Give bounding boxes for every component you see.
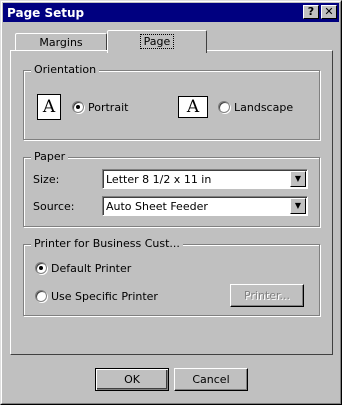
specific-printer-radio[interactable] — [35, 290, 47, 302]
tab-margins[interactable]: Margins — [15, 33, 107, 51]
portrait-page-icon: A — [37, 94, 61, 120]
size-dropdown[interactable]: Letter 8 1/2 x 11 in ▼ — [102, 169, 308, 189]
source-value: Auto Sheet Feeder — [106, 200, 208, 213]
default-printer-radio-dot — [39, 266, 43, 270]
source-label: Source: — [33, 200, 75, 213]
landscape-page-icon: A — [178, 96, 208, 118]
orientation-group: Orientation A Portrait A Landscape — [23, 63, 320, 140]
close-button[interactable]: ✕ — [321, 5, 337, 19]
source-dropdown[interactable]: Auto Sheet Feeder ▼ — [102, 196, 308, 216]
orientation-group-label: Orientation — [31, 63, 100, 76]
tab-margins-label: Margins — [39, 36, 83, 49]
printer-button[interactable]: Printer... — [230, 284, 304, 307]
printer-group-label: Printer for Business Cust... — [31, 237, 183, 250]
tab-panel: Orientation A Portrait A Landscape Paper… — [10, 50, 333, 355]
help-button[interactable]: ? — [303, 5, 319, 19]
printer-button-label: Printer... — [243, 289, 291, 302]
tab-page-label: Page — [139, 34, 175, 49]
close-icon: ✕ — [324, 5, 334, 18]
ok-button[interactable]: OK — [95, 368, 169, 391]
paper-group-label: Paper — [31, 150, 69, 163]
landscape-page-glyph: A — [186, 97, 200, 117]
chevron-down-icon[interactable]: ▼ — [290, 171, 306, 187]
default-printer-label[interactable]: Default Printer — [51, 262, 131, 275]
size-dropdown-arrow: ▼ — [294, 174, 302, 183]
default-printer-radio[interactable] — [35, 262, 47, 274]
help-icon: ? — [307, 5, 315, 18]
portrait-radio[interactable] — [72, 101, 84, 113]
tab-page[interactable]: Page — [107, 30, 207, 53]
title-bar[interactable]: Page Setup ? ✕ — [3, 3, 339, 22]
specific-printer-label[interactable]: Use Specific Printer — [51, 290, 158, 303]
window-title: Page Setup — [7, 6, 85, 20]
printer-group: Printer for Business Cust... Default Pri… — [23, 237, 320, 316]
portrait-label[interactable]: Portrait — [88, 101, 128, 114]
paper-group: Paper Size: Letter 8 1/2 x 11 in ▼ Sourc… — [23, 150, 320, 227]
landscape-radio[interactable] — [218, 101, 230, 113]
portrait-page-glyph: A — [42, 97, 56, 117]
page-setup-dialog: Page Setup ? ✕ Margins Page Orientation … — [0, 0, 342, 405]
source-dropdown-arrow: ▼ — [294, 201, 302, 210]
cancel-button[interactable]: Cancel — [174, 368, 248, 391]
size-label: Size: — [33, 173, 60, 186]
cancel-button-label: Cancel — [192, 373, 230, 386]
size-value: Letter 8 1/2 x 11 in — [106, 173, 212, 186]
chevron-down-icon[interactable]: ▼ — [290, 198, 306, 214]
portrait-radio-dot — [76, 105, 80, 109]
landscape-label[interactable]: Landscape — [234, 101, 293, 114]
ok-button-label: OK — [124, 373, 140, 386]
